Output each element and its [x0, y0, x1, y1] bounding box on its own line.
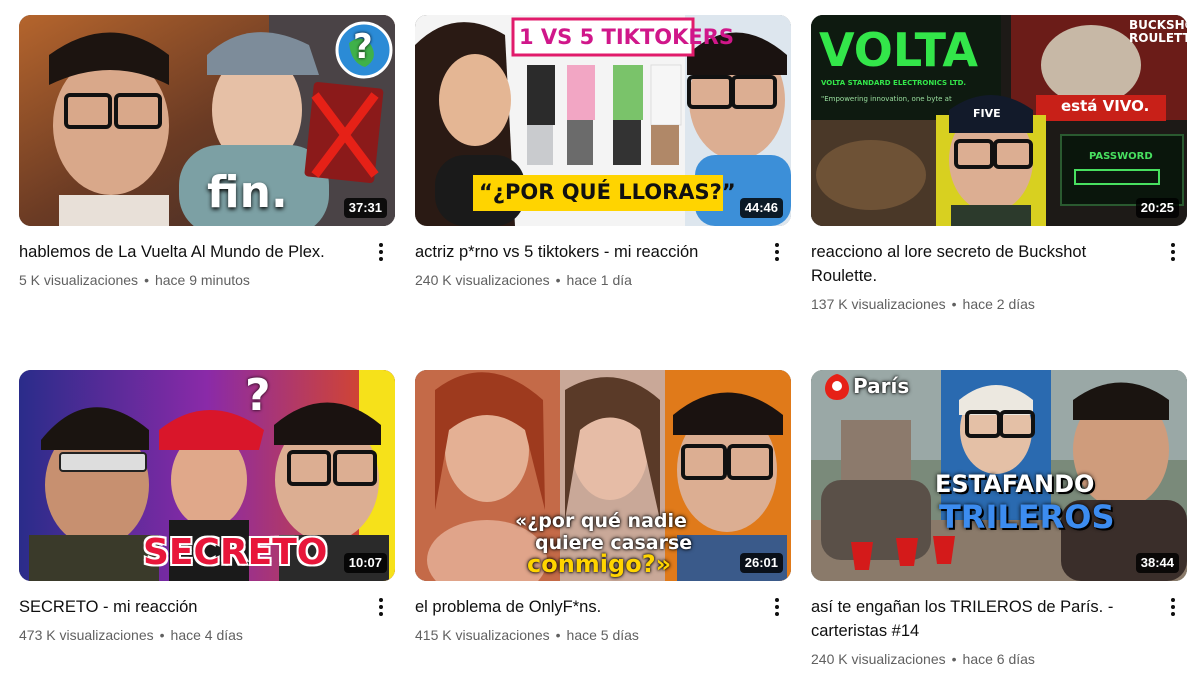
video-title[interactable]: así te engañan los TRILEROS de París. - … — [811, 595, 1147, 643]
vertical-ellipsis-icon[interactable] — [765, 595, 789, 619]
thumbnail-caption-line1: ESTAFANDO — [935, 470, 1095, 498]
glasses-graphic — [999, 410, 1035, 438]
video-stats: 240 K visualizaciones • hace 6 días — [811, 649, 1147, 669]
upload-age: hace 4 días — [170, 627, 243, 643]
upload-age: hace 5 días — [566, 627, 639, 643]
video-title[interactable]: actriz p*rno vs 5 tiktokers - mi reacció… — [415, 240, 751, 264]
thumbnail-caption-cap: FIVE — [973, 107, 1001, 120]
video-thumbnail[interactable]: fin. ? 37:31 — [19, 15, 395, 226]
glasses-graphic — [727, 444, 773, 480]
thumbnail-caption-line2: TRILEROS — [939, 498, 1115, 536]
video-thumbnail[interactable]: 1 VS 5 TIKTOKERS “¿POR QUÉ LLORAS?” 44:4… — [415, 15, 791, 226]
vertical-ellipsis-icon[interactable] — [369, 595, 393, 619]
view-count: 240 K visualizaciones — [811, 651, 946, 667]
thumbnail-caption-alive: está VIVO. — [1061, 97, 1150, 115]
thumbnail-caption-tag: "Empowering innovation, one byte at — [821, 95, 952, 103]
sunglasses-graphic — [59, 452, 147, 472]
video-thumbnail[interactable]: «¿por qué nadie quiere casarse conmigo?»… — [415, 370, 791, 581]
upload-age: hace 9 minutos — [154, 272, 250, 288]
thumbnail-caption: SECRETO — [143, 532, 328, 573]
video-title[interactable]: SECRETO - mi reacción — [19, 595, 355, 619]
view-count: 415 K visualizaciones — [415, 627, 550, 643]
question-icon: ? — [353, 27, 373, 67]
video-card[interactable]: 1 VS 5 TIKTOKERS “¿POR QUÉ LLORAS?” 44:4… — [415, 15, 791, 290]
separator-dot: • — [159, 627, 165, 643]
video-thumbnail[interactable]: VOLTA VOLTA STANDARD ELECTRONICS LTD. "E… — [811, 15, 1187, 226]
thumbnail-logo: BUCKSHOT ROULETTE — [1129, 18, 1187, 45]
video-card[interactable]: «¿por qué nadie quiere casarse conmigo?»… — [415, 370, 791, 645]
glasses-graphic — [954, 139, 994, 169]
glasses-graphic — [114, 93, 162, 129]
glasses-graphic — [287, 450, 331, 486]
glasses-graphic — [731, 75, 777, 109]
video-duration: 20:25 — [1135, 198, 1179, 218]
video-thumbnail[interactable]: París ESTAFANDO TRILEROS 38:44 — [811, 370, 1187, 581]
view-count: 473 K visualizaciones — [19, 627, 154, 643]
upload-age: hace 1 día — [566, 272, 632, 288]
video-duration: 44:46 — [739, 198, 783, 218]
video-card[interactable]: fin. ? 37:31 hablemos de La Vuelta Al Mu… — [19, 15, 395, 290]
glasses-graphic — [687, 75, 733, 109]
video-duration: 26:01 — [739, 553, 783, 573]
video-card[interactable]: ? SECRETO 10:07 SECRETO - mi reacción 47… — [19, 370, 395, 645]
separator-dot: • — [144, 272, 149, 288]
video-title[interactable]: hablemos de La Vuelta Al Mundo de Plex. — [19, 240, 355, 264]
thumbnail-caption-sub: VOLTA STANDARD ELECTRONICS LTD. — [821, 79, 967, 87]
separator-dot: • — [951, 296, 957, 312]
video-duration: 37:31 — [343, 198, 387, 218]
video-card[interactable]: VOLTA VOLTA STANDARD ELECTRONICS LTD. "E… — [811, 15, 1187, 314]
video-title[interactable]: el problema de OnlyF*ns. — [415, 595, 751, 619]
question-icon: ? — [245, 370, 271, 421]
separator-dot: • — [951, 651, 957, 667]
vertical-ellipsis-icon[interactable] — [765, 240, 789, 264]
video-card[interactable]: París ESTAFANDO TRILEROS 38:44 así te en… — [811, 370, 1187, 669]
thumbnail-caption-top: VOLTA — [819, 23, 979, 77]
glasses-graphic — [965, 410, 1001, 438]
video-stats: 137 K visualizaciones • hace 2 días — [811, 294, 1147, 314]
glasses-graphic — [681, 444, 727, 480]
thumbnail-caption-top: 1 VS 5 TIKTOKERS — [519, 25, 735, 49]
thumbnail-caption: fin. — [207, 167, 288, 218]
video-thumbnail[interactable]: ? SECRETO 10:07 — [19, 370, 395, 581]
video-duration: 38:44 — [1135, 553, 1179, 573]
vertical-ellipsis-icon[interactable] — [369, 240, 393, 264]
video-stats: 240 K visualizaciones • hace 1 día — [415, 270, 751, 290]
video-grid: fin. ? 37:31 hablemos de La Vuelta Al Mu… — [0, 0, 1200, 690]
video-title[interactable]: reacciono al lore secreto de Buckshot Ro… — [811, 240, 1147, 288]
video-stats: 415 K visualizaciones • hace 5 días — [415, 625, 751, 645]
view-count: 240 K visualizaciones — [415, 272, 550, 288]
vertical-ellipsis-icon[interactable] — [1161, 240, 1185, 264]
video-stats: 473 K visualizaciones • hace 4 días — [19, 625, 355, 645]
location-label: París — [853, 374, 910, 398]
thumbnail-caption: “¿POR QUÉ LLORAS?” — [479, 180, 736, 204]
separator-dot: • — [555, 627, 561, 643]
thumbnail-caption-line1: «¿por qué nadie — [515, 510, 687, 532]
glasses-graphic — [64, 93, 112, 129]
video-duration: 10:07 — [343, 553, 387, 573]
view-count: 137 K visualizaciones — [811, 296, 946, 312]
view-count: 5 K visualizaciones — [19, 272, 139, 288]
upload-age: hace 2 días — [962, 296, 1035, 312]
separator-dot: • — [555, 272, 561, 288]
glasses-graphic — [333, 450, 377, 486]
video-stats: 5 K visualizaciones • hace 9 minutos — [19, 270, 355, 290]
glasses-graphic — [993, 139, 1033, 169]
thumbnail-caption-line3: conmigo?» — [527, 550, 672, 578]
upload-age: hace 6 días — [962, 651, 1035, 667]
vertical-ellipsis-icon[interactable] — [1161, 595, 1185, 619]
thumbnail-caption-password: PASSWORD — [1089, 151, 1153, 162]
